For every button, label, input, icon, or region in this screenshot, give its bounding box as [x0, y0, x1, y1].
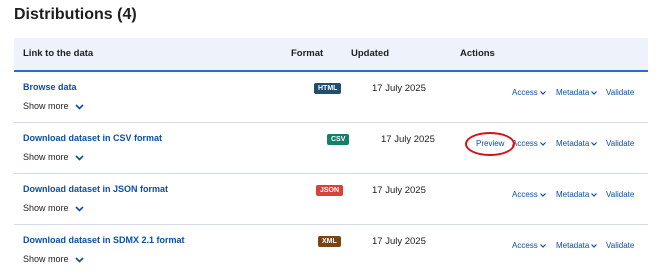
column-header-format: Format	[291, 48, 324, 59]
show-more-toggle[interactable]: Show more	[23, 254, 84, 264]
access-label: Access	[512, 88, 538, 97]
metadata-dropdown[interactable]: Metadata	[556, 88, 598, 97]
validate-link[interactable]: Validate	[606, 190, 634, 199]
distribution-link[interactable]: Browse data	[23, 82, 77, 92]
show-more-label: Show more	[23, 254, 69, 264]
distribution-link[interactable]: Download dataset in CSV format	[23, 133, 162, 143]
show-more-toggle[interactable]: Show more	[23, 203, 84, 213]
show-more-toggle[interactable]: Show more	[23, 152, 84, 162]
metadata-label: Metadata	[556, 139, 590, 148]
metadata-label: Metadata	[556, 190, 590, 199]
distribution-link[interactable]: Download dataset in SDMX 2.1 format	[23, 235, 185, 245]
chevron-down-icon	[591, 141, 598, 146]
table-row: Download dataset in SDMX 2.1 format Show…	[14, 225, 648, 275]
updated-date: 17 July 2025	[372, 83, 426, 94]
validate-link[interactable]: Validate	[606, 139, 634, 148]
chevron-down-icon	[74, 155, 84, 161]
validate-link[interactable]: Validate	[606, 88, 634, 97]
format-badge: HTML	[314, 83, 342, 94]
chevron-down-icon	[539, 243, 546, 248]
format-badge: JSON	[316, 185, 344, 196]
updated-date: 17 July 2025	[372, 185, 426, 196]
metadata-label: Metadata	[556, 241, 590, 250]
chevron-down-icon	[591, 192, 598, 197]
format-badge: XML	[318, 236, 341, 247]
distribution-link[interactable]: Download dataset in JSON format	[23, 184, 168, 194]
metadata-dropdown[interactable]: Metadata	[556, 139, 598, 148]
access-label: Access	[512, 139, 538, 148]
show-more-toggle[interactable]: Show more	[23, 101, 84, 111]
chevron-down-icon	[74, 257, 84, 263]
chevron-down-icon	[74, 104, 84, 110]
metadata-dropdown[interactable]: Metadata	[556, 241, 598, 250]
access-dropdown[interactable]: Access	[512, 241, 546, 250]
access-dropdown[interactable]: Access	[512, 139, 546, 148]
chevron-down-icon	[591, 243, 598, 248]
show-more-label: Show more	[23, 101, 69, 111]
access-label: Access	[512, 190, 538, 199]
updated-date: 17 July 2025	[381, 134, 435, 145]
validate-link[interactable]: Validate	[606, 241, 634, 250]
table-row: Browse data Show more HTML 17 July 2025 …	[14, 72, 648, 123]
table-header: Link to the data Format Updated Actions	[14, 38, 648, 72]
format-badge: CSV	[327, 134, 350, 145]
chevron-down-icon	[591, 90, 598, 95]
table-row: Download dataset in CSV format Show more…	[14, 123, 648, 174]
distributions-table: Link to the data Format Updated Actions …	[14, 38, 648, 275]
access-label: Access	[512, 241, 538, 250]
chevron-down-icon	[539, 141, 546, 146]
page-title: Distributions (4)	[14, 6, 137, 23]
table-row: Download dataset in JSON format Show mor…	[14, 174, 648, 225]
access-dropdown[interactable]: Access	[512, 88, 546, 97]
column-header-link: Link to the data	[23, 48, 94, 59]
chevron-down-icon	[74, 206, 84, 212]
preview-button[interactable]: Preview	[476, 139, 504, 148]
chevron-down-icon	[539, 192, 546, 197]
show-more-label: Show more	[23, 203, 69, 213]
access-dropdown[interactable]: Access	[512, 190, 546, 199]
column-header-actions: Actions	[460, 48, 495, 59]
updated-date: 17 July 2025	[372, 236, 426, 247]
column-header-updated: Updated	[351, 48, 389, 59]
chevron-down-icon	[539, 90, 546, 95]
metadata-dropdown[interactable]: Metadata	[556, 190, 598, 199]
metadata-label: Metadata	[556, 88, 590, 97]
show-more-label: Show more	[23, 152, 69, 162]
